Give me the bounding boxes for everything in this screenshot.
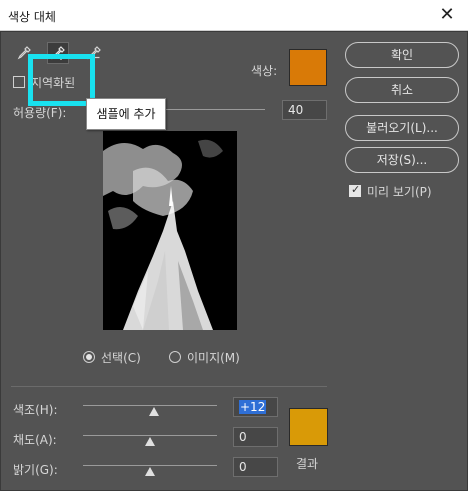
saturation-slider-track[interactable]: [83, 435, 217, 436]
selection-view-radio[interactable]: [83, 351, 95, 363]
lightness-label: 밝기(G):: [13, 463, 58, 477]
saturation-input[interactable]: 0: [233, 427, 278, 447]
color-label: 색상:: [251, 64, 278, 78]
hue-slider-track[interactable]: [83, 405, 217, 406]
eyedropper-icon[interactable]: [13, 42, 35, 64]
hue-slider-thumb[interactable]: [149, 407, 160, 416]
section-divider: [11, 386, 327, 387]
title-bar: 색상 대체 ✕: [0, 0, 468, 31]
save-button[interactable]: 저장(S)...: [345, 147, 459, 173]
saturation-slider-thumb[interactable]: [145, 437, 155, 446]
load-button[interactable]: 불러오기(L)...: [345, 115, 459, 141]
sampled-color-swatch[interactable]: [289, 49, 327, 86]
selection-preview-image: [103, 131, 237, 330]
close-icon[interactable]: ✕: [436, 4, 458, 26]
window-title: 색상 대체: [8, 10, 56, 24]
result-label: 결과: [296, 457, 319, 471]
tolerance-input[interactable]: 40: [282, 100, 327, 120]
preview-label: 미리 보기(P): [367, 185, 432, 199]
ok-button[interactable]: 확인: [345, 42, 459, 68]
localized-clusters-label: 지역화된: [31, 76, 76, 90]
image-view-label: 이미지(M): [187, 351, 240, 365]
preview-checkbox[interactable]: [349, 183, 361, 197]
lightness-input[interactable]: 0: [233, 457, 278, 477]
eyedropper-plus-icon[interactable]: [47, 42, 69, 64]
tooltip: 샘플에 추가: [86, 98, 166, 130]
replace-color-dialog: 지역화된 색상: 허용량(F): 40 선택(C) 이미지(M) 색조(H): …: [0, 31, 468, 491]
selection-view-label: 선택(C): [101, 351, 141, 365]
saturation-label: 채도(A):: [13, 433, 57, 447]
tolerance-label: 허용량(F):: [13, 106, 67, 120]
image-view-radio[interactable]: [169, 351, 181, 363]
hue-input[interactable]: +12: [233, 397, 278, 417]
hue-label: 색조(H):: [13, 403, 58, 417]
result-color-swatch[interactable]: [289, 408, 328, 446]
lightness-slider-thumb[interactable]: [145, 467, 155, 476]
lightness-slider-track[interactable]: [83, 465, 217, 466]
eyedropper-minus-icon[interactable]: [83, 42, 105, 64]
localized-clusters-checkbox[interactable]: [13, 76, 25, 88]
cancel-button[interactable]: 취소: [345, 77, 459, 103]
